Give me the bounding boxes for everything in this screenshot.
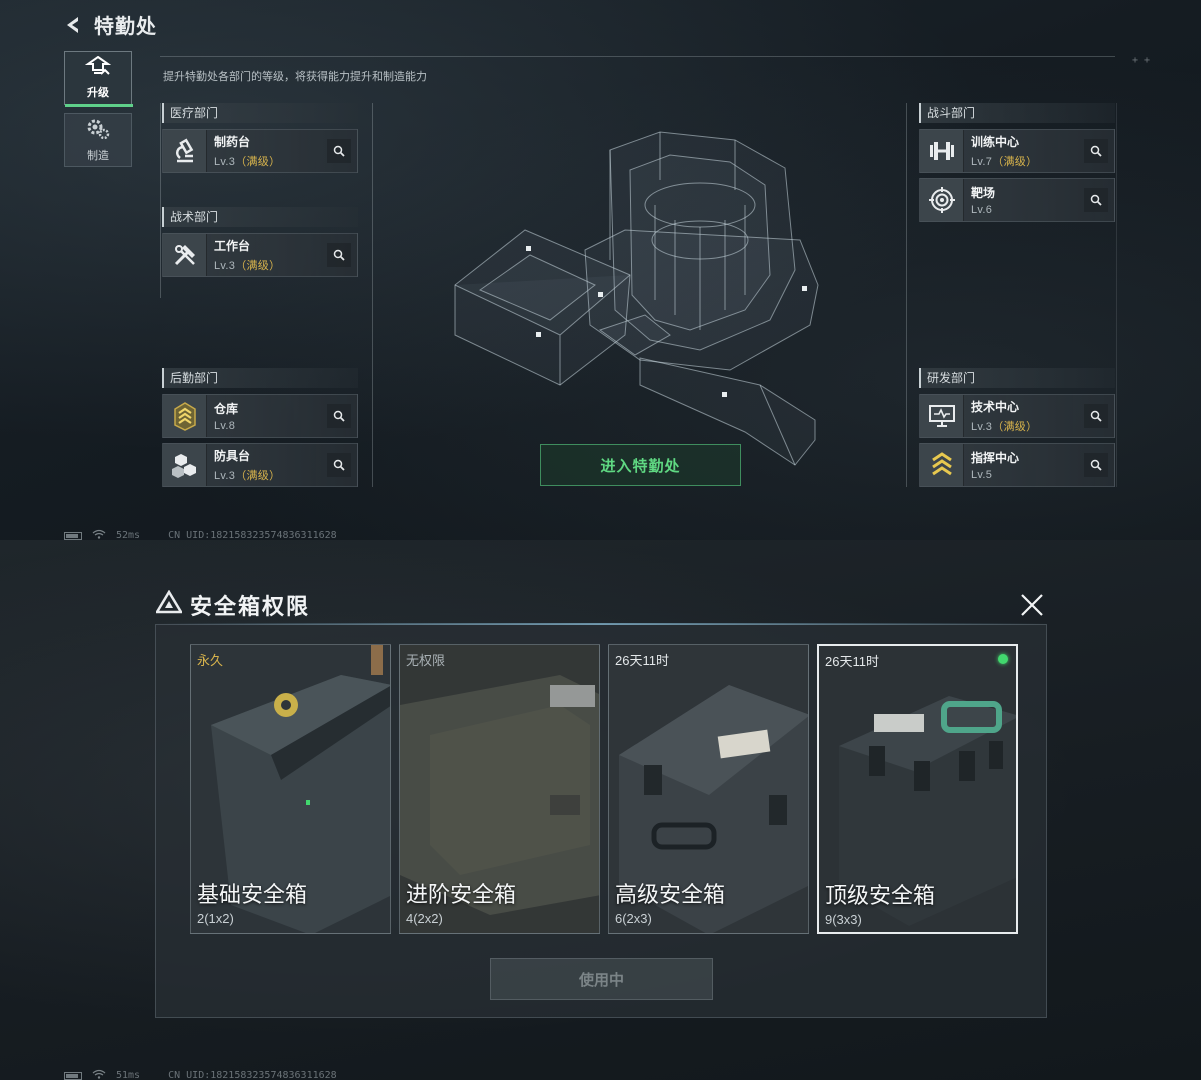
tab-upgrade[interactable]: 升级 bbox=[64, 51, 133, 107]
case-duration-tag: 26天11时 bbox=[825, 654, 879, 669]
facility-card-pharmacy[interactable]: 制药台 Lv.3（满级） bbox=[162, 129, 358, 173]
in-use-button[interactable]: 使用中 bbox=[490, 958, 713, 1000]
facility-level: Lv.7（满级） bbox=[971, 156, 1038, 168]
frame-line-left bbox=[372, 103, 373, 487]
facility-card-warehouse[interactable]: 仓库 Lv.8 bbox=[162, 394, 358, 438]
facility-level: Lv.3（满级） bbox=[214, 470, 281, 482]
search-icon[interactable] bbox=[327, 404, 351, 428]
search-icon[interactable] bbox=[1084, 453, 1108, 477]
case-capacity: 6(2x3) bbox=[615, 911, 652, 926]
title-bar: 特勤处 bbox=[62, 10, 157, 39]
upgrade-icon bbox=[84, 55, 112, 81]
facility-card-workbench[interactable]: 工作台 Lv.3（满级） bbox=[162, 233, 358, 277]
title-divider bbox=[160, 56, 1115, 57]
frame-line-right bbox=[906, 103, 907, 487]
equipped-indicator bbox=[998, 654, 1008, 664]
safe-box-card-advanced[interactable]: 无权限 进阶安全箱 4(2x2) bbox=[399, 644, 600, 934]
target-icon bbox=[920, 179, 964, 221]
ping-readout: 51ms bbox=[116, 1070, 141, 1080]
facility-name: 防具台 bbox=[214, 449, 251, 463]
facility-level: Lv.3（满级） bbox=[971, 421, 1038, 433]
dept-header-medical: 医疗部门 bbox=[162, 103, 358, 123]
enter-special-ops-button[interactable]: 进入特勤处 bbox=[540, 444, 741, 486]
tab-craft[interactable]: 制造 bbox=[64, 113, 132, 167]
search-icon[interactable] bbox=[1084, 404, 1108, 428]
battery-icon bbox=[64, 531, 82, 540]
gear-icon bbox=[85, 117, 111, 144]
search-icon[interactable] bbox=[1084, 139, 1108, 163]
frame-line-outer-left bbox=[160, 103, 161, 298]
warning-triangle-icon bbox=[154, 589, 184, 620]
microscope-icon bbox=[163, 130, 207, 172]
search-icon[interactable] bbox=[1084, 188, 1108, 212]
battery-icon bbox=[64, 1071, 82, 1080]
blocks-icon bbox=[163, 444, 207, 486]
search-icon[interactable] bbox=[327, 139, 351, 163]
dept-header-tactical: 战术部门 bbox=[162, 207, 358, 227]
facility-card-armor-bench[interactable]: 防具台 Lv.3（满级） bbox=[162, 443, 358, 487]
case-name: 顶级安全箱 bbox=[825, 883, 936, 908]
facility-level: Lv.6 bbox=[971, 204, 993, 216]
facility-card-shooting-range[interactable]: 靶场 Lv.6 bbox=[919, 178, 1115, 222]
wifi-icon bbox=[92, 1069, 106, 1080]
case-duration-tag: 无权限 bbox=[406, 653, 446, 668]
case-name: 基础安全箱 bbox=[197, 882, 308, 907]
case-capacity: 2(1x2) bbox=[197, 911, 234, 926]
dept-header-logistics: 后勤部门 bbox=[162, 368, 358, 388]
facility-level: Lv.8 bbox=[214, 420, 236, 432]
uid-readout: CN UID:182158323574836311628 bbox=[168, 1070, 337, 1080]
facility-level: Lv.5 bbox=[971, 469, 993, 481]
status-bar: 52ms CN UID:1821583235748363116​28 bbox=[64, 529, 337, 540]
facility-name: 仓库 bbox=[214, 402, 239, 416]
rank-chevrons-icon bbox=[163, 395, 207, 437]
case-duration-tag: 26天11时 bbox=[615, 653, 669, 668]
dumbbell-icon bbox=[920, 130, 964, 172]
case-capacity: 4(2x2) bbox=[406, 911, 443, 926]
close-icon bbox=[1021, 594, 1043, 616]
uid-readout: CN UID:1821583235748363116​28 bbox=[168, 530, 337, 540]
facility-name: 指挥中心 bbox=[971, 451, 1020, 465]
modal-title: 安全箱权限 bbox=[154, 589, 311, 621]
tools-icon bbox=[163, 234, 207, 276]
safe-box-card-premium[interactable]: 26天11时 高级安全箱 6(2x3) bbox=[608, 644, 809, 934]
corner-mark: + + bbox=[1132, 55, 1151, 66]
case-name: 高级安全箱 bbox=[615, 882, 726, 907]
search-icon[interactable] bbox=[327, 243, 351, 267]
back-arrow-icon[interactable] bbox=[62, 14, 84, 36]
facility-card-command-center[interactable]: 指挥中心 Lv.5 bbox=[919, 443, 1115, 487]
close-button[interactable] bbox=[1017, 590, 1047, 620]
special-ops-screen: 特勤处 + + 升级 制造 提升特勤处各部门的等级，将获得能力提升和制造能力 医… bbox=[0, 0, 1201, 540]
facility-name: 制药台 bbox=[214, 135, 251, 149]
facility-card-training-center[interactable]: 训练中心 Lv.7（满级） bbox=[919, 129, 1115, 173]
ping-readout: 52ms bbox=[116, 530, 141, 540]
facility-level: Lv.3（满级） bbox=[214, 260, 281, 272]
facility-name: 靶场 bbox=[971, 186, 996, 200]
facility-name: 训练中心 bbox=[971, 135, 1020, 149]
facility-level: Lv.3（满级） bbox=[214, 156, 281, 168]
wifi-icon bbox=[92, 529, 106, 540]
search-icon[interactable] bbox=[327, 453, 351, 477]
safe-box-card-top[interactable]: 26天11时 顶级安全箱 9(3x3) bbox=[817, 644, 1018, 934]
status-bar: 51ms CN UID:182158323574836311628 bbox=[64, 1069, 337, 1080]
case-capacity: 9(3x3) bbox=[825, 912, 862, 927]
frame-line-outer-right bbox=[1116, 103, 1117, 487]
safe-box-card-basic[interactable]: 永久 基础安全箱 2(1x2) bbox=[190, 644, 391, 934]
dept-header-research: 研发部门 bbox=[919, 368, 1115, 388]
page-title: 特勤处 bbox=[94, 16, 157, 38]
case-name: 进阶安全箱 bbox=[406, 882, 517, 907]
facility-wireframe-model bbox=[454, 131, 819, 466]
facility-card-tech-center[interactable]: 技术中心 Lv.3（满级） bbox=[919, 394, 1115, 438]
rank-chevrons-icon bbox=[920, 444, 964, 486]
facility-name: 工作台 bbox=[214, 239, 251, 253]
monitor-icon bbox=[920, 395, 964, 437]
facility-name: 技术中心 bbox=[971, 400, 1020, 414]
modal-title-text: 安全箱权限 bbox=[190, 594, 311, 619]
tab-upgrade-label: 升级 bbox=[87, 87, 109, 99]
safe-box-permission-screen: 安全箱权限 永久 基础安全箱 2(1x2) 无权限 进阶安全箱 4(2x2) 2… bbox=[0, 540, 1201, 1080]
upgrade-description: 提升特勤处各部门的等级，将获得能力提升和制造能力 bbox=[163, 71, 427, 83]
case-duration-tag: 永久 bbox=[197, 653, 224, 668]
dept-header-combat: 战斗部门 bbox=[919, 103, 1115, 123]
tab-craft-label: 制造 bbox=[87, 150, 109, 162]
